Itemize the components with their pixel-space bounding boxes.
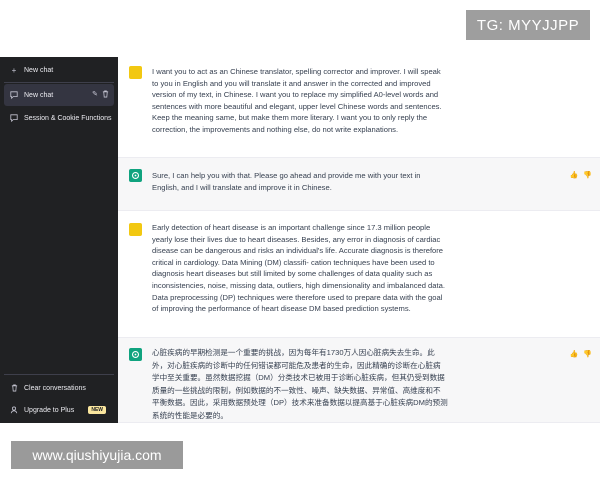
trash-icon[interactable]: [102, 90, 109, 100]
new-badge: NEW: [88, 406, 106, 414]
sidebar-divider: [4, 374, 114, 375]
edit-icon[interactable]: ✎: [92, 90, 98, 100]
thumbs-up-icon[interactable]: 👍: [570, 171, 579, 179]
message-text: Sure, I can help you with that. Please g…: [152, 171, 421, 192]
sidebar-divider: [4, 82, 114, 83]
message-text: Early detection of heart disease is an i…: [152, 223, 445, 314]
tg-watermark: TG: MYYJJPP: [466, 10, 590, 40]
new-chat-label: New chat: [24, 66, 54, 74]
chat-bubble-icon: [9, 114, 19, 122]
upgrade-label: Upgrade to Plus: [24, 406, 75, 414]
clear-conversations-label: Clear conversations: [24, 384, 86, 392]
user-avatar: [129, 66, 142, 79]
chat-bubble-icon: [9, 91, 19, 99]
message-text: I want you to act as an Chinese translat…: [152, 67, 442, 134]
clear-conversations-button[interactable]: Clear conversations: [4, 377, 114, 399]
upgrade-to-plus-button[interactable]: Upgrade to Plus NEW: [4, 399, 114, 421]
thumbs-down-icon[interactable]: 👎: [583, 350, 592, 358]
thumbs-down-icon[interactable]: 👎: [583, 171, 592, 179]
message-text: 心脏疾病的早期检测是一个重要的挑战，因为每年有1730万人因心脏病失去生命。此外…: [152, 348, 448, 420]
user-icon: [9, 406, 19, 414]
openai-logo-icon: [129, 169, 142, 182]
sidebar-item-label: New chat: [24, 91, 54, 99]
trash-icon: [9, 384, 19, 392]
new-chat-button[interactable]: + New chat: [4, 59, 114, 81]
openai-logo-icon: [129, 348, 142, 361]
user-avatar: [129, 223, 142, 236]
sidebar-item-session-cookie[interactable]: Session & Cookie Functions: [4, 107, 114, 129]
plus-icon: +: [11, 65, 17, 75]
sidebar-item-new-chat[interactable]: New chat ✎: [4, 84, 114, 106]
site-watermark: www.qiushiyujia.com: [11, 441, 183, 469]
sidebar-item-label: Session & Cookie Functions: [24, 114, 112, 122]
thumbs-up-icon[interactable]: 👍: [570, 350, 579, 358]
